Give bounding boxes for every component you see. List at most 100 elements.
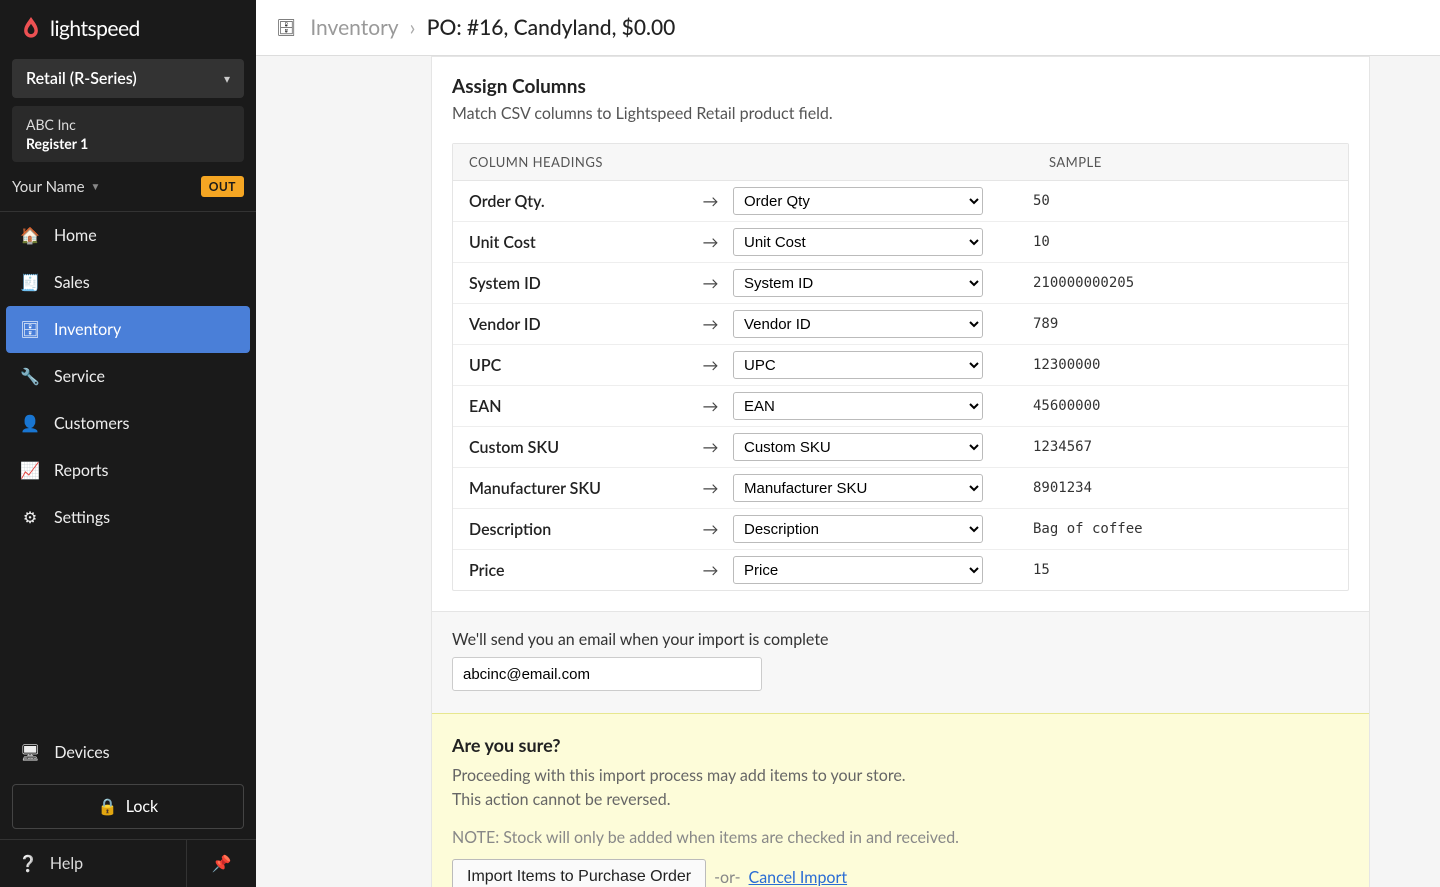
confirm-note: NOTE: Stock will only be added when item… <box>452 828 1349 847</box>
nav-sales[interactable]: 🧾Sales <box>0 259 256 306</box>
user-menu[interactable]: Your Name ▼ <box>12 178 100 196</box>
column-heading: Unit Cost <box>453 227 688 258</box>
nav-customers[interactable]: 👤Customers <box>0 400 256 447</box>
nav-inventory[interactable]: 🗄 Inventory <box>6 306 250 353</box>
column-heading: System ID <box>453 268 688 299</box>
column-heading: Custom SKU <box>453 432 688 463</box>
column-heading: Price <box>453 555 688 586</box>
nav-settings[interactable]: ⚙ Settings <box>0 494 256 541</box>
arrow-icon: → <box>688 233 733 252</box>
lock-button[interactable]: 🔒Lock <box>12 784 244 829</box>
content: Assign Columns Match CSV columns to Ligh… <box>256 56 1440 887</box>
assign-columns-header: Assign Columns Match CSV columns to Ligh… <box>432 57 1369 135</box>
column-heading: Vendor ID <box>453 309 688 340</box>
caret-down-icon: ▼ <box>91 181 101 193</box>
arrow-icon: → <box>688 479 733 498</box>
help-icon: ❔ <box>18 854 38 873</box>
field-select[interactable]: Description <box>733 515 983 543</box>
lock-label: Lock <box>126 797 158 816</box>
arrow-icon: → <box>688 192 733 211</box>
arrow-icon: → <box>688 397 733 416</box>
breadcrumb: Inventory › PO: #16, Candyland, $0.00 <box>310 15 675 40</box>
pin-button[interactable]: 📌 <box>186 840 256 887</box>
clock-out-badge[interactable]: OUT <box>201 176 244 197</box>
nav-home[interactable]: 🏠Home <box>0 212 256 259</box>
bottom-bar: ❔ Help 📌 <box>0 839 256 887</box>
home-icon: 🏠 <box>20 226 40 245</box>
email-section: We'll send you an email when your import… <box>432 611 1369 713</box>
brand-name: lightspeed <box>50 16 140 41</box>
sample-value: 45600000 <box>993 392 1348 420</box>
nav-label: Customers <box>54 414 130 433</box>
help-label: Help <box>50 854 83 873</box>
nav-label: Settings <box>54 508 110 527</box>
email-prompt: We'll send you an email when your import… <box>452 630 1349 649</box>
store-box[interactable]: ABC Inc Register 1 <box>12 106 244 162</box>
confirm-actions: Import Items to Purchase Order -or- Canc… <box>452 859 1349 887</box>
help-button[interactable]: ❔ Help <box>0 840 186 887</box>
arrow-icon: → <box>688 438 733 457</box>
confirm-title: Are you sure? <box>452 734 1349 756</box>
import-button[interactable]: Import Items to Purchase Order <box>452 859 706 887</box>
column-heading: Order Qty. <box>453 186 688 217</box>
field-select[interactable]: System ID <box>733 269 983 297</box>
product-selector[interactable]: Retail (R-Series) ▾ <box>12 59 244 98</box>
column-heading: UPC <box>453 350 688 381</box>
email-input[interactable] <box>452 657 762 691</box>
chevron-down-icon: ▾ <box>224 71 230 86</box>
mapping-row: Vendor ID→Vendor ID 789 <box>453 304 1348 345</box>
field-select[interactable]: EAN <box>733 392 983 420</box>
nav-label: Sales <box>54 273 90 292</box>
field-select[interactable]: Vendor ID <box>733 310 983 338</box>
field-select[interactable]: Order Qty <box>733 187 983 215</box>
or-text: -or- <box>714 868 740 887</box>
gear-icon: ⚙ <box>20 508 40 527</box>
register-name: Register 1 <box>26 135 230 152</box>
header-sample: SAMPLE <box>1033 144 1348 180</box>
column-mapping-table: COLUMN HEADINGS SAMPLE Order Qty.→Order … <box>452 143 1349 591</box>
mapping-row: UPC→UPC12300000 <box>453 345 1348 386</box>
field-select[interactable]: Manufacturer SKU <box>733 474 983 502</box>
field-select[interactable]: Unit Cost <box>733 228 983 256</box>
nav-service[interactable]: 🔧 Service <box>0 353 256 400</box>
mapping-row: EAN→EAN45600000 <box>453 386 1348 427</box>
inventory-icon: 🗄 <box>20 320 40 339</box>
field-select[interactable]: Price <box>733 556 983 584</box>
arrow-icon: → <box>688 561 733 580</box>
mapping-row: Price→Price15 <box>453 550 1348 590</box>
sample-value: 50 <box>993 187 1348 215</box>
sample-value: 210000000205 <box>993 269 1348 297</box>
user-row: Your Name ▼ OUT <box>12 176 244 197</box>
nav-reports[interactable]: 📈 Reports <box>0 447 256 494</box>
breadcrumb-title: PO: #16, Candyland, $0.00 <box>427 15 676 40</box>
field-select[interactable]: UPC <box>733 351 983 379</box>
arrow-icon: → <box>688 274 733 293</box>
nav-label: Service <box>54 367 105 386</box>
product-selector-label: Retail (R-Series) <box>26 69 137 88</box>
breadcrumb-section[interactable]: Inventory <box>310 15 398 40</box>
arrow-icon: → <box>688 520 733 539</box>
sample-value: 789 <box>993 310 1348 338</box>
field-select[interactable]: Custom SKU <box>733 433 983 461</box>
nav-label: Reports <box>54 461 108 480</box>
company-name: ABC Inc <box>26 116 230 133</box>
confirm-warning: Proceeding with this import process may … <box>452 764 1349 812</box>
chart-icon: 📈 <box>20 461 40 480</box>
mapping-row: Description→DescriptionBag of coffee <box>453 509 1348 550</box>
arrow-icon: → <box>688 315 733 334</box>
section-subtitle: Match CSV columns to Lightspeed Retail p… <box>452 104 1349 123</box>
wrench-icon: 🔧 <box>20 367 40 386</box>
header-column-headings: COLUMN HEADINGS <box>453 144 1033 180</box>
user-name-label: Your Name <box>12 178 85 196</box>
nav-devices[interactable]: 🖥Devices <box>0 729 256 776</box>
sample-value: 1234567 <box>993 433 1348 461</box>
mapping-row: System ID→System ID 210000000205 <box>453 263 1348 304</box>
topbar: 🗄 Inventory › PO: #16, Candyland, $0.00 <box>256 0 1440 56</box>
cancel-import-link[interactable]: Cancel Import <box>749 868 848 887</box>
sidebar: lightspeed Retail (R-Series) ▾ ABC Inc R… <box>0 0 256 887</box>
nav-label: Inventory <box>54 320 121 339</box>
confirm-section: Are you sure? Proceeding with this impor… <box>432 713 1369 887</box>
nav-label: Devices <box>54 743 109 762</box>
mapping-row: Custom SKU→Custom SKU 1234567 <box>453 427 1348 468</box>
column-heading: Description <box>453 514 688 545</box>
